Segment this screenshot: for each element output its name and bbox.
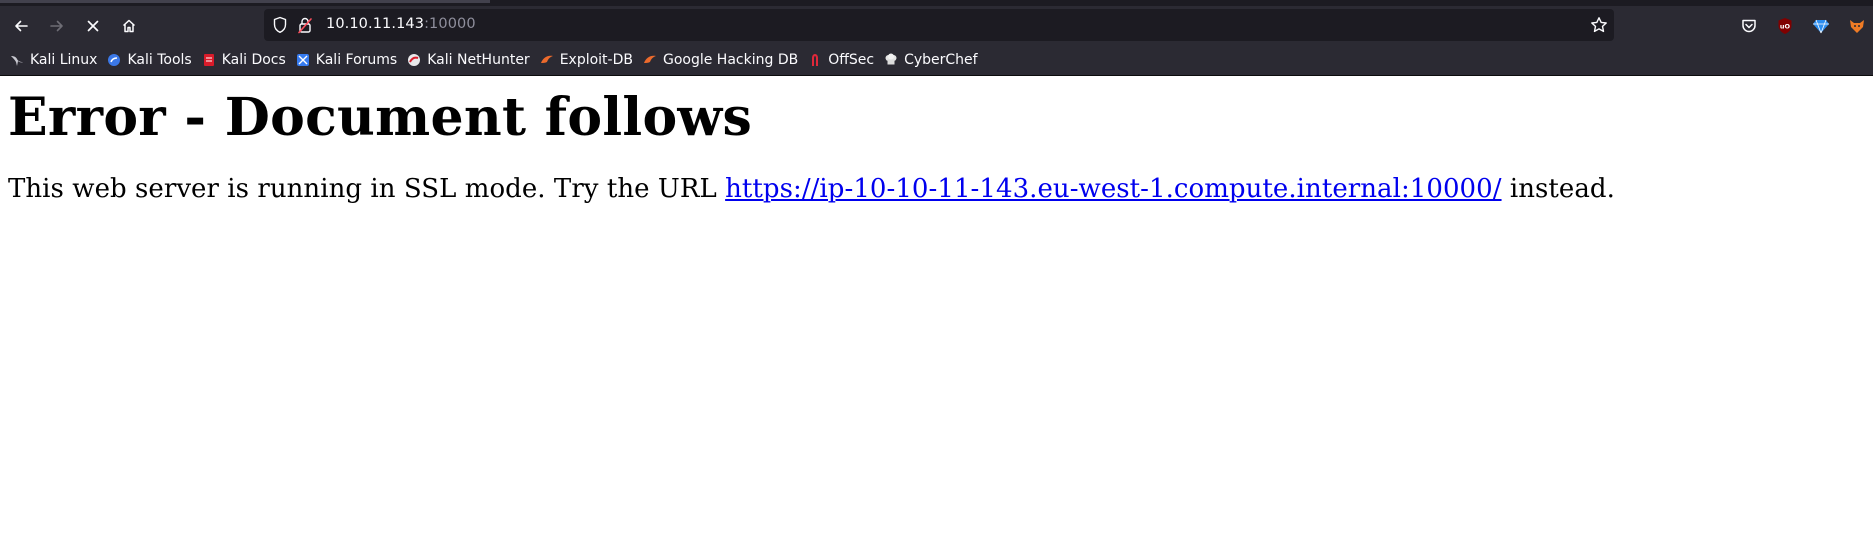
bookmark-label: Google Hacking DB bbox=[662, 51, 799, 68]
pocket-icon[interactable] bbox=[1739, 16, 1759, 36]
url-host: 10.10.11.143 bbox=[326, 16, 425, 32]
back-arrow-icon bbox=[13, 18, 29, 34]
bookmark-cyberchef[interactable]: CyberChef bbox=[882, 48, 984, 72]
bookmark-offsec[interactable]: OffSec bbox=[806, 48, 880, 72]
lock-icon[interactable] bbox=[297, 16, 313, 38]
bookmark-label: Kali Docs bbox=[221, 51, 286, 68]
ghdb-icon bbox=[643, 53, 657, 67]
extension-gem-icon[interactable] bbox=[1811, 16, 1831, 36]
bookmark-exploit-db[interactable]: Exploit-DB bbox=[538, 48, 639, 72]
bookmark-label: Exploit-DB bbox=[559, 51, 633, 68]
kali-docs-icon bbox=[202, 53, 216, 67]
page-content: Error - Document follows This web server… bbox=[0, 76, 1873, 534]
stop-loading-icon bbox=[85, 18, 101, 34]
offsec-icon bbox=[808, 53, 822, 67]
message-suffix: instead. bbox=[1501, 173, 1615, 204]
kali-forums-icon bbox=[296, 53, 310, 67]
url-port: :10000 bbox=[424, 16, 476, 32]
nethunter-icon bbox=[407, 53, 421, 67]
forward-arrow-icon bbox=[49, 18, 65, 34]
bookmark-label: Kali Linux bbox=[30, 51, 98, 68]
bookmark-label: CyberChef bbox=[904, 51, 978, 68]
bookmark-label: Kali Forums bbox=[315, 51, 398, 68]
forward-button[interactable] bbox=[42, 11, 72, 41]
navigation-toolbar: 10.10.11.143:10000 uO bbox=[0, 6, 1873, 44]
exploitdb-icon bbox=[540, 53, 554, 67]
bookmark-kali-nethunter[interactable]: Kali NetHunter bbox=[405, 48, 535, 72]
star-icon[interactable] bbox=[1590, 16, 1608, 38]
ssl-message: This web server is running in SSL mode. … bbox=[8, 174, 1865, 204]
bookmark-kali-docs[interactable]: Kali Docs bbox=[200, 48, 292, 72]
stop-button[interactable] bbox=[78, 11, 108, 41]
svg-text:uO: uO bbox=[1780, 23, 1791, 31]
bookmark-label: Kali Tools bbox=[127, 51, 192, 68]
shield-icon[interactable] bbox=[272, 16, 288, 38]
ublock-icon[interactable]: uO bbox=[1775, 16, 1795, 36]
active-tab-edge bbox=[0, 0, 490, 3]
kali-dragon-icon bbox=[10, 53, 24, 67]
bookmarks-toolbar: Kali Linux Kali Tools Kali Docs Kali For… bbox=[0, 44, 1873, 76]
bookmark-kali-forums[interactable]: Kali Forums bbox=[294, 48, 403, 72]
error-heading: Error - Document follows bbox=[8, 87, 753, 148]
cyberchef-icon bbox=[884, 53, 898, 67]
bookmark-label: OffSec bbox=[828, 51, 875, 68]
kali-tools-icon bbox=[107, 53, 121, 67]
message-text: This web server is running in SSL mode. … bbox=[8, 173, 726, 204]
bookmark-label: Kali NetHunter bbox=[427, 51, 530, 68]
address-bar[interactable]: 10.10.11.143:10000 bbox=[264, 9, 1614, 41]
url-text[interactable]: 10.10.11.143:10000 bbox=[326, 16, 476, 32]
home-button[interactable] bbox=[114, 11, 144, 41]
home-icon bbox=[121, 18, 137, 34]
bookmark-google-hacking-db[interactable]: Google Hacking DB bbox=[641, 48, 804, 72]
bookmark-kali-linux[interactable]: Kali Linux bbox=[8, 48, 103, 72]
foxyproxy-icon[interactable] bbox=[1847, 16, 1867, 36]
back-button[interactable] bbox=[6, 11, 36, 41]
bookmark-kali-tools[interactable]: Kali Tools bbox=[105, 48, 197, 72]
ssl-url-link[interactable]: https://ip-10-10-11-143.eu-west-1.comput… bbox=[725, 174, 1501, 204]
